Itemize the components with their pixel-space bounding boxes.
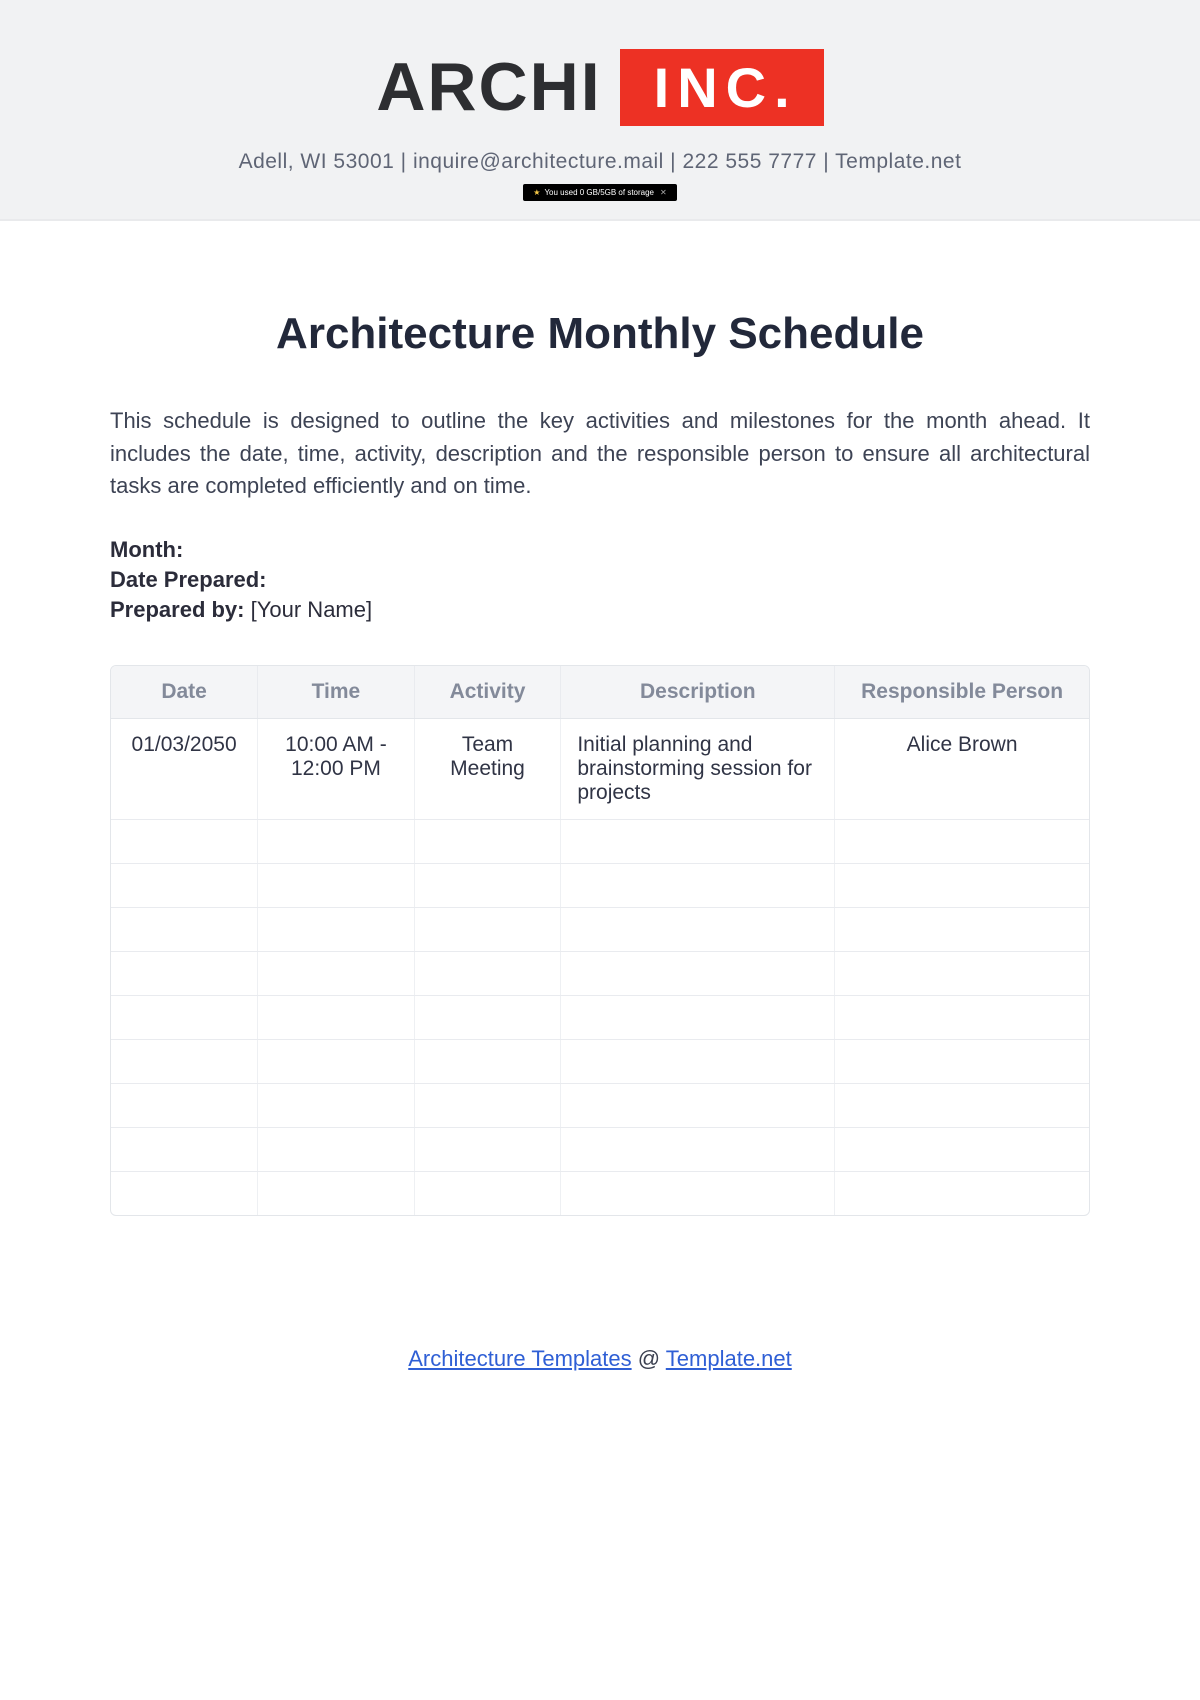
td-date — [111, 1083, 258, 1127]
logo-text-right: INC. — [620, 49, 824, 126]
star-icon: ★ — [533, 188, 540, 197]
td-activity — [414, 995, 561, 1039]
td-date — [111, 819, 258, 863]
td-responsible — [835, 1083, 1089, 1127]
td-description — [561, 1083, 835, 1127]
meta-month-label: Month: — [110, 537, 183, 562]
logo: ARCHI INC. — [376, 48, 823, 126]
td-responsible — [835, 907, 1089, 951]
table-header-row: Date Time Activity Description Responsib… — [111, 666, 1089, 719]
td-description — [561, 1171, 835, 1215]
td-activity: Team Meeting — [414, 718, 561, 819]
footer-separator: @ — [632, 1346, 666, 1371]
td-responsible — [835, 1127, 1089, 1171]
td-responsible — [835, 1171, 1089, 1215]
td-activity — [414, 1083, 561, 1127]
td-description — [561, 1039, 835, 1083]
meta-date-prepared: Date Prepared: — [110, 567, 1090, 593]
td-date: 01/03/2050 — [111, 718, 258, 819]
td-responsible — [835, 1039, 1089, 1083]
th-activity: Activity — [414, 666, 561, 719]
storage-pill-text: You used 0 GB/5GB of storage — [544, 188, 654, 197]
table-row — [111, 819, 1089, 863]
td-time — [258, 1039, 414, 1083]
td-date — [111, 1039, 258, 1083]
footer-link-templates[interactable]: Architecture Templates — [408, 1346, 631, 1371]
table-row — [111, 951, 1089, 995]
storage-pill[interactable]: ★ You used 0 GB/5GB of storage ✕ — [523, 184, 676, 201]
table-row — [111, 1127, 1089, 1171]
th-description: Description — [561, 666, 835, 719]
logo-text-left: ARCHI — [376, 48, 601, 126]
td-time — [258, 951, 414, 995]
td-description — [561, 863, 835, 907]
td-description — [561, 1127, 835, 1171]
td-activity — [414, 1039, 561, 1083]
close-icon[interactable]: ✕ — [660, 188, 667, 197]
table-row — [111, 863, 1089, 907]
page-title: Architecture Monthly Schedule — [110, 309, 1090, 359]
td-activity — [414, 1127, 561, 1171]
td-time — [258, 995, 414, 1039]
td-date — [111, 951, 258, 995]
td-time — [258, 1171, 414, 1215]
td-activity — [414, 863, 561, 907]
td-time: 10:00 AM - 12:00 PM — [258, 718, 414, 819]
intro-paragraph: This schedule is designed to outline the… — [110, 405, 1090, 503]
document-header: ARCHI INC. Adell, WI 53001 | inquire@arc… — [0, 0, 1200, 221]
table-row — [111, 907, 1089, 951]
td-date — [111, 1127, 258, 1171]
td-responsible — [835, 863, 1089, 907]
td-date — [111, 995, 258, 1039]
td-activity — [414, 819, 561, 863]
td-responsible — [835, 995, 1089, 1039]
td-activity — [414, 951, 561, 995]
schedule-table: Date Time Activity Description Responsib… — [111, 666, 1089, 1216]
th-responsible: Responsible Person — [835, 666, 1089, 719]
meta-prepared-by-value: [Your Name] — [251, 597, 372, 622]
table-row — [111, 1039, 1089, 1083]
document-footer: Architecture Templates @ Template.net — [0, 1346, 1200, 1412]
td-description — [561, 995, 835, 1039]
meta-prepared-by-label: Prepared by: — [110, 597, 245, 622]
td-date — [111, 863, 258, 907]
td-description: Initial planning and brainstorming sessi… — [561, 718, 835, 819]
table-row — [111, 1171, 1089, 1215]
td-activity — [414, 1171, 561, 1215]
td-date — [111, 1171, 258, 1215]
td-time — [258, 819, 414, 863]
td-time — [258, 1083, 414, 1127]
meta-prepared-by: Prepared by: [Your Name] — [110, 597, 1090, 623]
meta-month: Month: — [110, 537, 1090, 563]
td-description — [561, 819, 835, 863]
schedule-table-wrap: Date Time Activity Description Responsib… — [110, 665, 1090, 1217]
th-time: Time — [258, 666, 414, 719]
td-time — [258, 863, 414, 907]
contact-line: Adell, WI 53001 | inquire@architecture.m… — [0, 150, 1200, 174]
table-row — [111, 1083, 1089, 1127]
td-activity — [414, 907, 561, 951]
td-responsible — [835, 819, 1089, 863]
td-description — [561, 951, 835, 995]
td-responsible: Alice Brown — [835, 718, 1089, 819]
document-body: Architecture Monthly Schedule This sched… — [0, 221, 1200, 1256]
td-time — [258, 1127, 414, 1171]
td-date — [111, 907, 258, 951]
table-row — [111, 995, 1089, 1039]
td-time — [258, 907, 414, 951]
td-description — [561, 907, 835, 951]
td-responsible — [835, 951, 1089, 995]
footer-link-templatenet[interactable]: Template.net — [666, 1346, 792, 1371]
table-row: 01/03/205010:00 AM - 12:00 PMTeam Meetin… — [111, 718, 1089, 819]
th-date: Date — [111, 666, 258, 719]
meta-date-prepared-label: Date Prepared: — [110, 567, 267, 592]
